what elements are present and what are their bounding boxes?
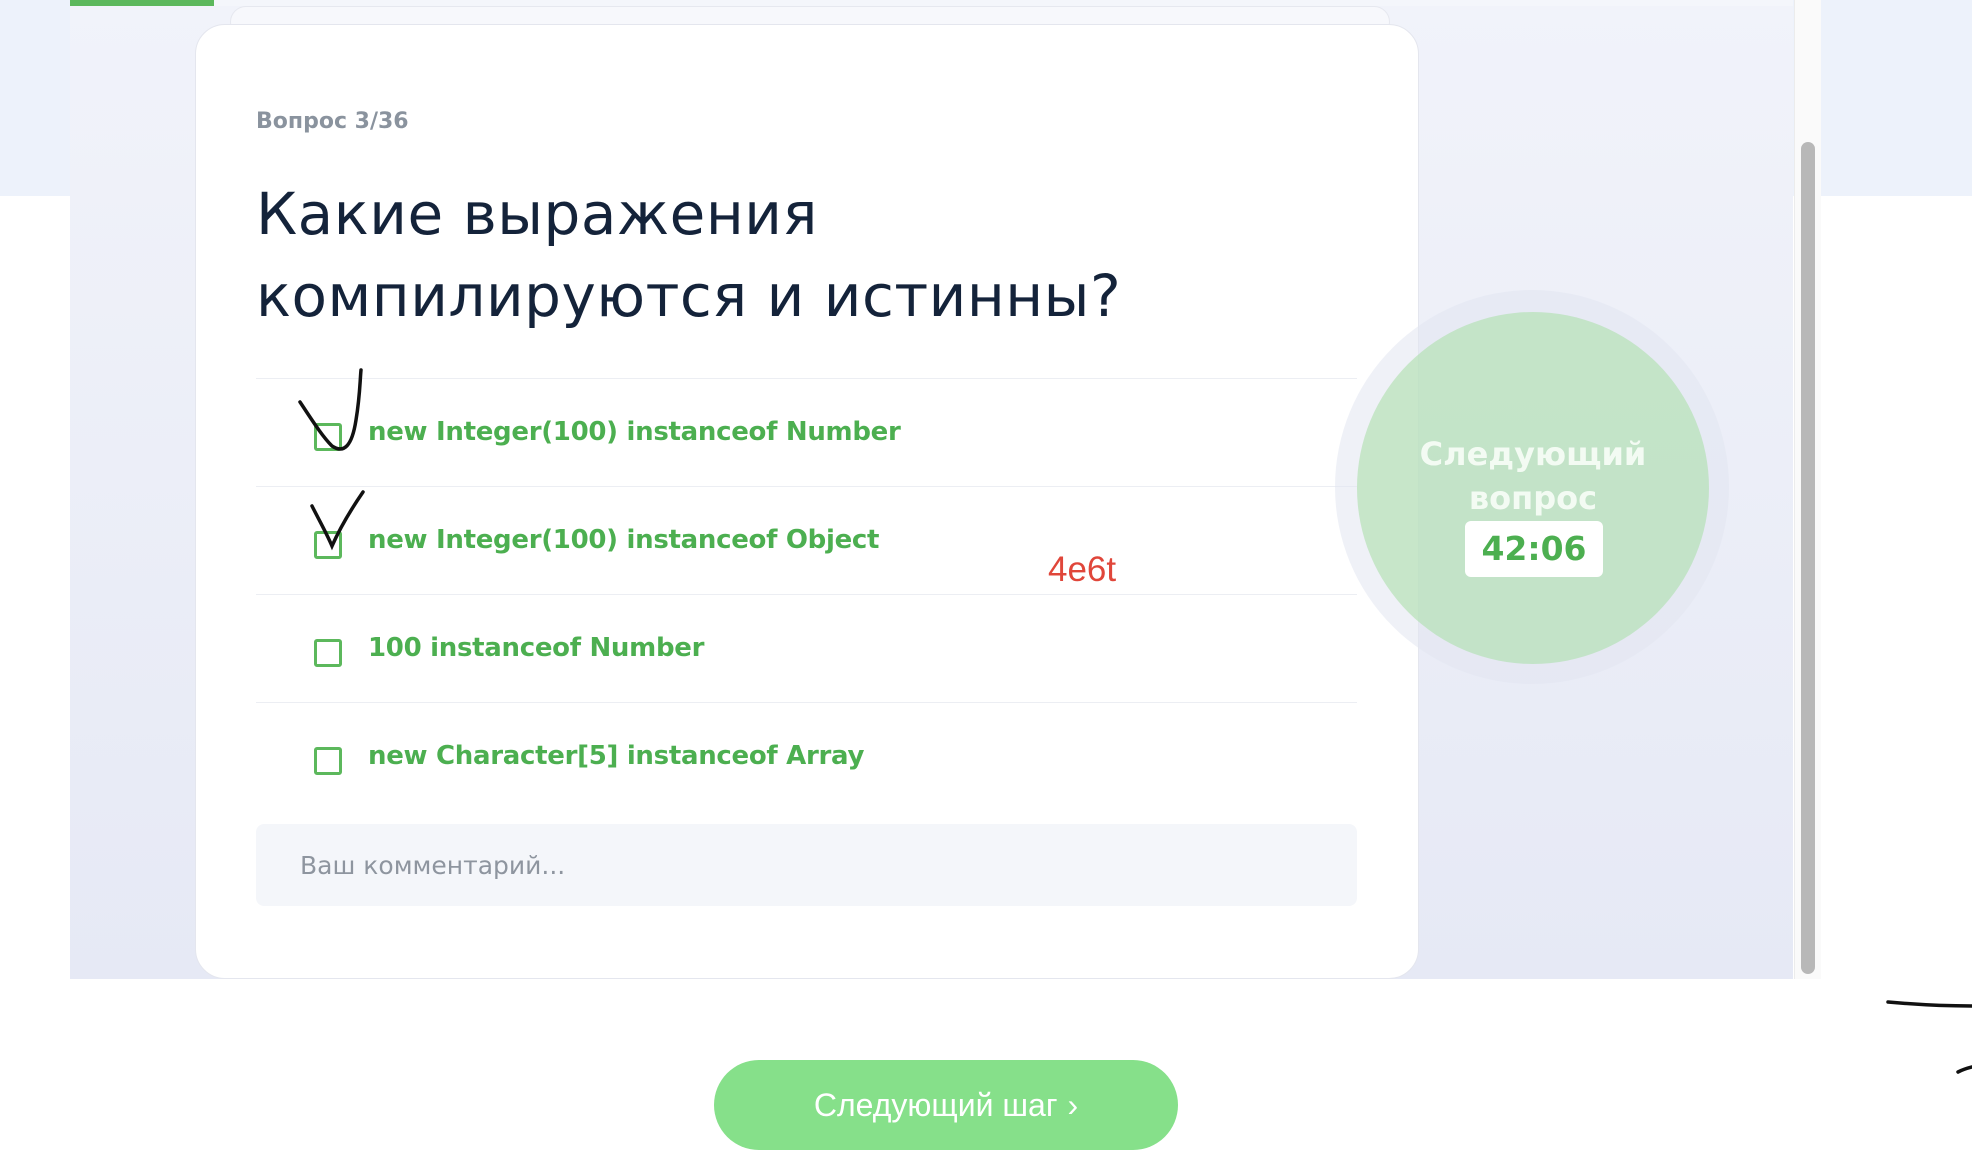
- answer-option[interactable]: new Integer(100) instanceof Object: [256, 486, 1357, 594]
- comment-input[interactable]: [256, 824, 1357, 906]
- answer-option[interactable]: new Character[5] instanceof Array: [256, 702, 1357, 810]
- answer-option-label[interactable]: new Integer(100) instanceof Number: [368, 417, 901, 447]
- chevron-right-icon: ›: [1067, 1087, 1079, 1123]
- progress-bar-fill: [70, 0, 214, 6]
- answer-option[interactable]: new Integer(100) instanceof Number: [256, 378, 1357, 486]
- next-question-timer-button[interactable]: Следующий вопрос 42:06: [1357, 312, 1709, 664]
- answer-option-label[interactable]: new Character[5] instanceof Array: [368, 741, 864, 771]
- pen-stroke: [1886, 1000, 1972, 1008]
- answer-option-label[interactable]: 100 instanceof Number: [368, 633, 704, 663]
- handwritten-annotation: 4e6t: [1048, 550, 1117, 589]
- answer-option-label[interactable]: new Integer(100) instanceof Object: [368, 525, 879, 555]
- next-step-label: Следующий шаг: [813, 1087, 1058, 1123]
- question-title: Какие выражения компилируются и истинны?: [256, 180, 1122, 330]
- scrollbar-thumb[interactable]: [1801, 142, 1815, 974]
- checkbox-icon[interactable]: [314, 531, 342, 559]
- checkbox-icon[interactable]: [314, 423, 342, 451]
- checkbox-icon[interactable]: [314, 639, 342, 667]
- checkbox-icon[interactable]: [314, 747, 342, 775]
- timer-countdown: 42:06: [1465, 521, 1603, 577]
- question-counter: Вопрос 3/36: [256, 109, 409, 134]
- timer-label: Следующий вопрос: [1419, 435, 1647, 517]
- pen-stroke: [1956, 1065, 1972, 1074]
- question-card: Вопрос 3/36 Какие выражения компилируютс…: [195, 24, 1419, 979]
- next-step-button[interactable]: Следующий шаг ›: [714, 1060, 1178, 1150]
- answer-option[interactable]: 100 instanceof Number: [256, 594, 1357, 702]
- answer-options: new Integer(100) instanceof Number new I…: [256, 378, 1357, 810]
